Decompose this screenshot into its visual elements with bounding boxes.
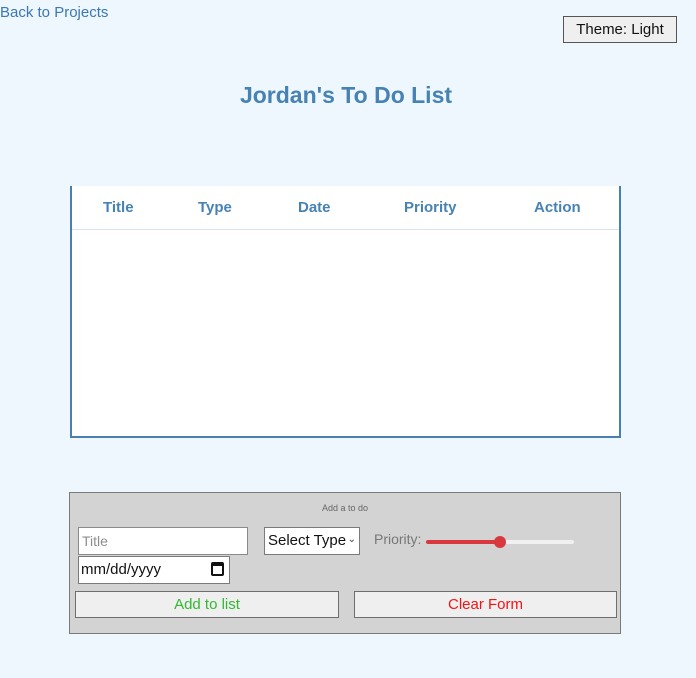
priority-slider-fill: [426, 540, 500, 544]
add-to-list-button[interactable]: Add to list: [75, 591, 339, 618]
chevron-down-icon: ⌄: [347, 534, 356, 545]
add-todo-form: Add a to do Select Type ⌄ Priority: mm/d…: [69, 492, 621, 634]
column-header-action: Action: [534, 199, 581, 216]
page-title: Jordan's To Do List: [239, 82, 453, 108]
column-header-priority: Priority: [404, 199, 457, 216]
column-header-title: Title: [103, 199, 134, 216]
priority-slider[interactable]: [426, 535, 574, 549]
priority-slider-thumb[interactable]: [494, 536, 506, 548]
title-input[interactable]: [78, 527, 248, 555]
column-header-type: Type: [198, 199, 232, 216]
calendar-icon[interactable]: [211, 562, 224, 576]
todo-table: Title Type Date Priority Action: [70, 186, 621, 438]
date-input-value: mm/dd/yyyy: [81, 561, 162, 578]
form-caption: Add a to do: [321, 503, 369, 513]
type-select-value: Select Type: [268, 532, 347, 549]
date-input[interactable]: mm/dd/yyyy: [78, 556, 230, 584]
table-header-row: Title Type Date Priority Action: [72, 186, 619, 230]
priority-label: Priority:: [374, 531, 422, 547]
clear-form-button[interactable]: Clear Form: [354, 591, 617, 618]
theme-toggle-button[interactable]: Theme: Light: [563, 16, 677, 43]
column-header-date: Date: [298, 199, 331, 216]
back-to-projects-link[interactable]: Back to Projects: [0, 4, 108, 21]
type-select[interactable]: Select Type ⌄: [264, 527, 360, 555]
